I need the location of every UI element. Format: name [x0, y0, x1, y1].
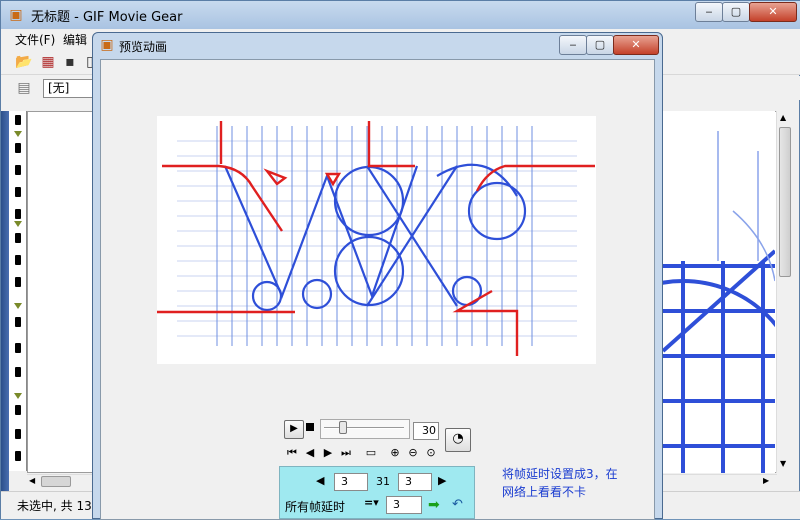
app-icon: ▣	[9, 7, 23, 23]
vertical-scroll-thumb[interactable]	[779, 127, 791, 277]
scroll-right-icon[interactable]: ▶	[763, 476, 769, 485]
film-hole	[15, 233, 21, 243]
film-hole	[15, 405, 21, 415]
annotation-line-1: 将帧延时设置成3，在	[502, 467, 618, 481]
frame-to-field[interactable]: 3	[398, 473, 432, 491]
main-window-title: 无标题 - GIF Movie Gear	[31, 10, 183, 25]
vertical-scrollbar[interactable]: ▲ ▼	[776, 111, 793, 473]
monitor-icon[interactable]: ▭	[364, 446, 378, 460]
menu-file[interactable]: 文件(F)	[15, 31, 55, 48]
film-hole	[15, 429, 21, 439]
film-hole	[15, 143, 21, 153]
panel-next-icon[interactable]: ▶	[438, 474, 446, 487]
preview-maximize-button[interactable]: ▢	[586, 35, 614, 55]
frame-marker-icon	[14, 131, 22, 137]
status-text: 未选中, 共 130	[17, 499, 100, 513]
first-frame-icon[interactable]: ⏮	[285, 446, 299, 460]
menu-edit[interactable]: 编辑	[63, 31, 87, 48]
reset-undo-icon[interactable]: ↶	[452, 497, 463, 512]
annotation-note: 将帧延时设置成3，在 网络上看看不卡	[502, 465, 642, 505]
last-frame-icon[interactable]: ⏭	[339, 446, 353, 460]
zoom-in-icon[interactable]: ⊕	[388, 446, 402, 460]
frame-total-field: 30	[413, 422, 439, 440]
frame-marker-icon	[14, 221, 22, 227]
film-hole	[15, 255, 21, 265]
all-frames-delay-label: 所有帧延时	[285, 500, 346, 514]
annotation-line-2: 网络上看看不卡	[502, 485, 587, 499]
palette-combo[interactable]: [无]	[43, 79, 93, 98]
play-button[interactable]: ▶	[284, 420, 304, 439]
preview-close-button[interactable]: ✕	[613, 35, 659, 55]
scroll-down-icon[interactable]: ▼	[780, 459, 786, 468]
film-hole	[15, 367, 21, 377]
film-hole	[15, 277, 21, 287]
delay-value-field[interactable]: 3	[386, 496, 422, 514]
panel-prev-icon[interactable]: ◀	[316, 474, 324, 487]
maximize-button[interactable]: ▢	[722, 2, 750, 22]
main-title-bar: ▣ 无标题 - GIF Movie Gear ‒ ▢ ✕	[1, 1, 800, 29]
frame-marker-icon	[14, 303, 22, 309]
zoom-out-icon[interactable]: ⊖	[406, 446, 420, 460]
timer-icon[interactable]: ◔	[445, 428, 471, 452]
film-hole	[15, 343, 21, 353]
film-hole	[15, 165, 21, 175]
frame-slider-track[interactable]	[324, 427, 404, 429]
sketch-art-right	[663, 131, 775, 473]
film-hole	[15, 451, 21, 461]
animation-preview-canvas	[157, 116, 596, 364]
preview-dialog-title-bar: ▣ 预览动画 ‒ ▢ ✕	[93, 33, 662, 57]
frame-current-label: 31	[376, 475, 390, 488]
film-hole	[15, 317, 21, 327]
equals-dropdown-icon[interactable]: =▾	[364, 496, 379, 509]
scroll-left-icon[interactable]: ◀	[29, 476, 35, 485]
frame-marker-icon	[14, 393, 22, 399]
preview-minimize-button[interactable]: ‒	[559, 35, 587, 55]
horizontal-scroll-thumb[interactable]	[41, 476, 71, 487]
film-icon[interactable]: ▦	[39, 53, 57, 71]
scroll-up-icon[interactable]: ▲	[780, 113, 786, 122]
open-folder-icon[interactable]: 📂	[15, 53, 33, 71]
prev-frame-icon[interactable]: ◀	[303, 446, 317, 460]
film-hole	[15, 187, 21, 197]
slider-frame	[320, 419, 410, 439]
frame-thumbnail-art	[663, 111, 775, 473]
preview-dialog-title: 预览动画	[119, 40, 168, 54]
frame-from-field[interactable]: 3	[334, 473, 368, 491]
film-hole	[15, 209, 21, 219]
zoom-fit-icon[interactable]: ⊙	[424, 446, 438, 460]
save-icon[interactable]: ▪	[61, 53, 79, 71]
preview-app-icon: ▣	[100, 37, 114, 53]
frame-properties-icon[interactable]: ▤	[15, 79, 33, 97]
left-edge-strip	[1, 111, 9, 491]
stop-button[interactable]	[306, 423, 314, 431]
frame-slider-thumb[interactable]	[339, 421, 347, 434]
apply-arrow-icon[interactable]: ➡	[428, 497, 440, 513]
next-frame-icon[interactable]: ▶	[321, 446, 335, 460]
film-hole	[15, 115, 21, 125]
minimize-button[interactable]: ‒	[695, 2, 723, 22]
close-button[interactable]: ✕	[749, 2, 797, 22]
waxa-sketch-art	[157, 121, 595, 356]
film-strip	[9, 111, 27, 471]
